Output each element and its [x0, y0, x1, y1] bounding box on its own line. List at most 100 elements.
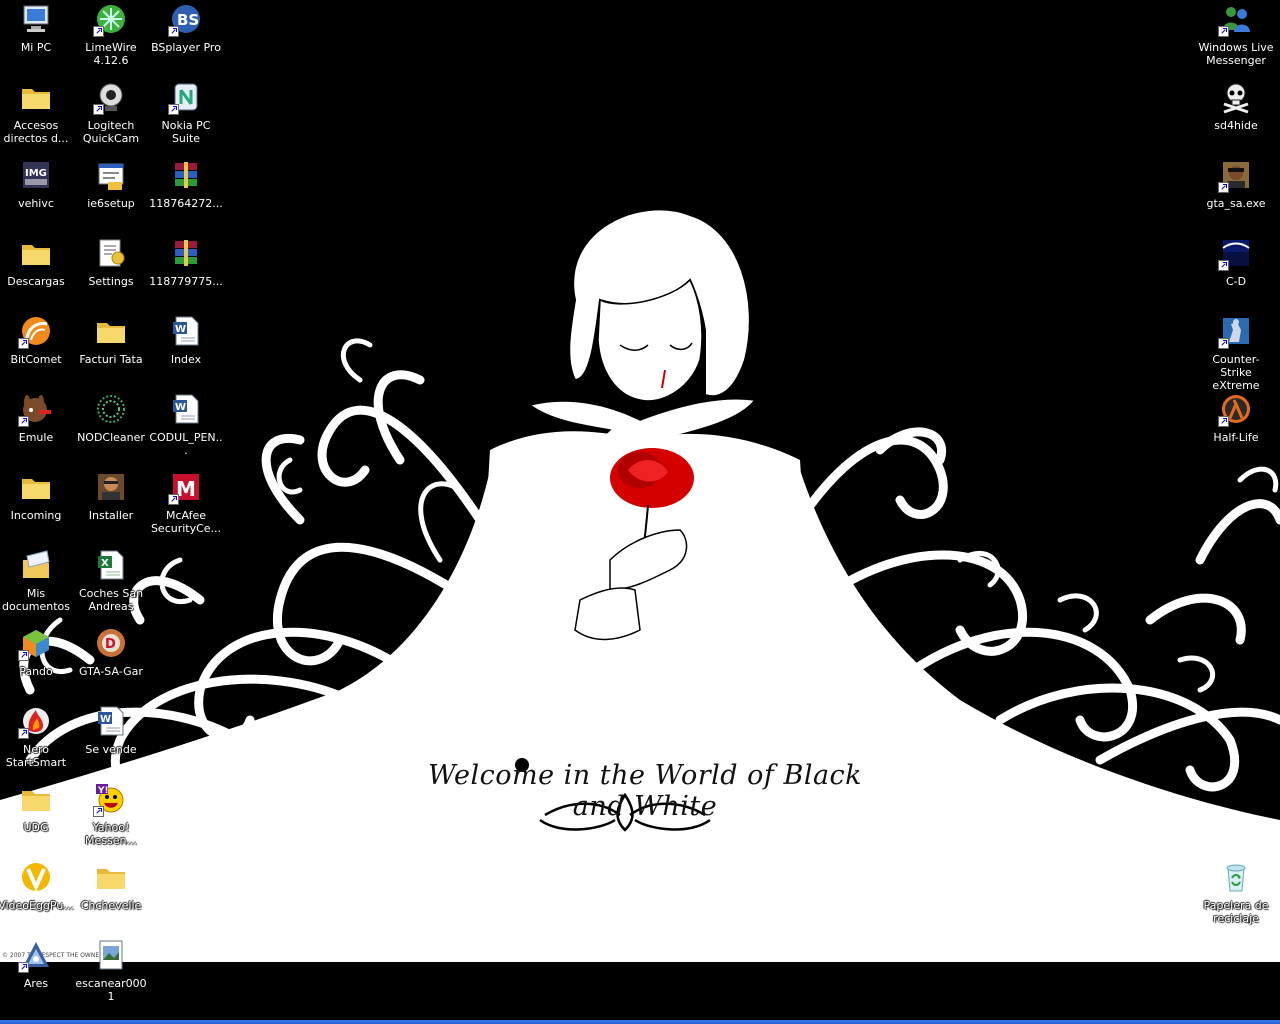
- icon-label: LimeWire 4.12.6: [85, 41, 137, 67]
- icon-label: Mi PC: [20, 41, 52, 54]
- word-doc-icon: [97, 706, 124, 736]
- shortcut-arrow-icon: [1218, 338, 1229, 349]
- desktop-icon-index[interactable]: Index: [148, 314, 224, 366]
- icon-label: McAfee SecurityCe...: [150, 509, 222, 535]
- desktop-icon-logitech[interactable]: Logitech QuickCam: [73, 80, 149, 145]
- folder-icon: [97, 323, 125, 343]
- gta-garage-icon: [97, 629, 125, 657]
- skull-icon: [1222, 82, 1250, 114]
- desktop-icon-descargas[interactable]: Descargas: [0, 236, 74, 288]
- icon-label: 118764272...: [149, 197, 223, 210]
- desktop-icon-mis-documentos[interactable]: Mis documentos: [0, 548, 74, 613]
- folder-icon: [22, 791, 50, 811]
- icon-label: vehivc: [18, 197, 54, 210]
- icon-label: Incoming: [10, 509, 62, 522]
- desktop-icon-videoegg[interactable]: VideoEggPu...: [0, 860, 74, 912]
- icon-label: Counter-Strike eXtreme: [1212, 353, 1260, 392]
- desktop-icon-sd4hide[interactable]: sd4hide: [1198, 80, 1274, 132]
- desktop-icon-emule[interactable]: Emule: [0, 392, 74, 444]
- icon-label: Ares: [23, 977, 49, 990]
- shortcut-arrow-icon: [18, 416, 29, 427]
- excel-doc-icon: [97, 550, 124, 580]
- taskbar[interactable]: [0, 1020, 1280, 1024]
- desktop-icon-recycle-bin[interactable]: Papelera de reciclaje: [1198, 860, 1274, 925]
- desktop-icon-pando[interactable]: Pando: [0, 626, 74, 678]
- shortcut-arrow-icon: [1218, 260, 1229, 271]
- desktop-icon-gta-sa-exe[interactable]: gta_sa.exe: [1198, 158, 1274, 210]
- desktop-icon-chchevelle[interactable]: Chchevelle: [73, 860, 149, 912]
- icon-label: 118779775...: [149, 275, 223, 288]
- icon-label: Nero StartSmart: [5, 743, 67, 769]
- desktop-icon-incoming[interactable]: Incoming: [0, 470, 74, 522]
- folder-icon: [97, 869, 125, 889]
- desktop-icon-ares[interactable]: Ares: [0, 938, 74, 990]
- icon-label: Logitech QuickCam: [82, 119, 140, 145]
- desktop-icon-nokia[interactable]: Nokia PC Suite: [148, 80, 224, 145]
- shortcut-arrow-icon: [18, 728, 29, 739]
- icon-label: CODUL_PEN...: [149, 431, 223, 457]
- desktop-icon-mcafee[interactable]: McAfee SecurityCe...: [148, 470, 224, 535]
- my-computer-icon: [23, 5, 49, 33]
- icon-label: escanear0001: [75, 977, 147, 1003]
- folder-icon: [22, 245, 50, 265]
- desktop-icon-nodcleaner[interactable]: NODCleaner: [73, 392, 149, 444]
- shortcut-arrow-icon: [93, 806, 104, 817]
- desktop-icon-settings[interactable]: Settings: [73, 236, 149, 288]
- desktop-icon-udg[interactable]: UDG: [0, 782, 74, 834]
- nodcleaner-icon: [97, 395, 125, 423]
- icon-label: Chchevelle: [80, 899, 142, 912]
- image-file-icon: [99, 940, 123, 970]
- shortcut-arrow-icon: [168, 104, 179, 115]
- settings-file-icon: [99, 239, 125, 267]
- icon-label: Half-Life: [1213, 431, 1259, 444]
- desktop-icon-yahoo-messenger[interactable]: Yahoo! Messen...: [73, 782, 149, 847]
- shortcut-arrow-icon: [18, 650, 29, 661]
- wallpaper-caption: Welcome in the World of Black and White: [427, 760, 863, 822]
- desktop-icon-gta-sa-gar[interactable]: GTA-SA-Gar: [73, 626, 149, 678]
- desktop-icon-rar-2[interactable]: 118779775...: [148, 236, 224, 288]
- word-doc-icon: [172, 316, 199, 346]
- icon-label: BSplayer Pro: [151, 41, 221, 54]
- desktop-icon-escanear0001[interactable]: escanear0001: [73, 938, 149, 1003]
- desktop-icon-counter-strike[interactable]: Counter-Strike eXtreme: [1198, 314, 1274, 392]
- icon-label: Accesos directos d...: [3, 119, 69, 145]
- icon-label: NODCleaner: [77, 431, 145, 444]
- gta-installer-icon: [98, 474, 124, 500]
- desktop-icon-rar-1[interactable]: 118764272...: [148, 158, 224, 210]
- desktop-icon-installer[interactable]: Installer: [73, 470, 149, 522]
- icon-label: Index: [170, 353, 202, 366]
- folder-icon: [22, 89, 50, 109]
- desktop-icon-c-d[interactable]: C-D: [1198, 236, 1274, 288]
- desktop-icon-nero[interactable]: Nero StartSmart: [0, 704, 74, 769]
- desktop-icon-se-vende[interactable]: Se vende: [73, 704, 149, 756]
- shortcut-arrow-icon: [1218, 416, 1229, 427]
- icon-label: Emule: [18, 431, 54, 444]
- desktop-icon-vehivc[interactable]: vehivc: [0, 158, 74, 210]
- videoegg-icon: [20, 861, 52, 893]
- desktop-icon-windows-live-messenger[interactable]: Windows Live Messenger: [1198, 2, 1274, 67]
- icon-label: Installer: [88, 509, 134, 522]
- desktop-icon-bitcomet[interactable]: BitComet: [0, 314, 74, 366]
- desktop-icon-limewire[interactable]: LimeWire 4.12.6: [73, 2, 149, 67]
- icon-label: Mis documentos: [2, 587, 70, 613]
- desktop-icon-bsplayer[interactable]: BSplayer Pro: [148, 2, 224, 54]
- shortcut-arrow-icon: [18, 962, 29, 973]
- desktop-icon-codul-pen[interactable]: CODUL_PEN...: [148, 392, 224, 457]
- shortcut-arrow-icon: [168, 26, 179, 37]
- desktop-icon-facturi-tata[interactable]: Facturi Tata: [73, 314, 149, 366]
- icon-label: Papelera de reciclaje: [1203, 899, 1269, 925]
- desktop-icon-half-life[interactable]: Half-Life: [1198, 392, 1274, 444]
- desktop-icon-ie6setup[interactable]: ie6setup: [73, 158, 149, 210]
- icon-label: Descargas: [7, 275, 65, 288]
- icon-label: Coches San Andreas: [78, 587, 144, 613]
- icon-label: ie6setup: [87, 197, 135, 210]
- icon-label: Pando: [19, 665, 53, 678]
- desktop-icon-mi-pc[interactable]: Mi PC: [0, 2, 74, 54]
- winrar-icon: [175, 162, 197, 188]
- icon-label: Windows Live Messenger: [1198, 41, 1274, 67]
- desktop-icon-coches-san-andreas[interactable]: Coches San Andreas: [73, 548, 149, 613]
- desktop-icon-accesos[interactable]: Accesos directos d...: [0, 80, 74, 145]
- icon-label: VideoEggPu...: [0, 899, 74, 912]
- recycle-bin-icon: [1226, 864, 1246, 892]
- icon-label: Se vende: [85, 743, 137, 756]
